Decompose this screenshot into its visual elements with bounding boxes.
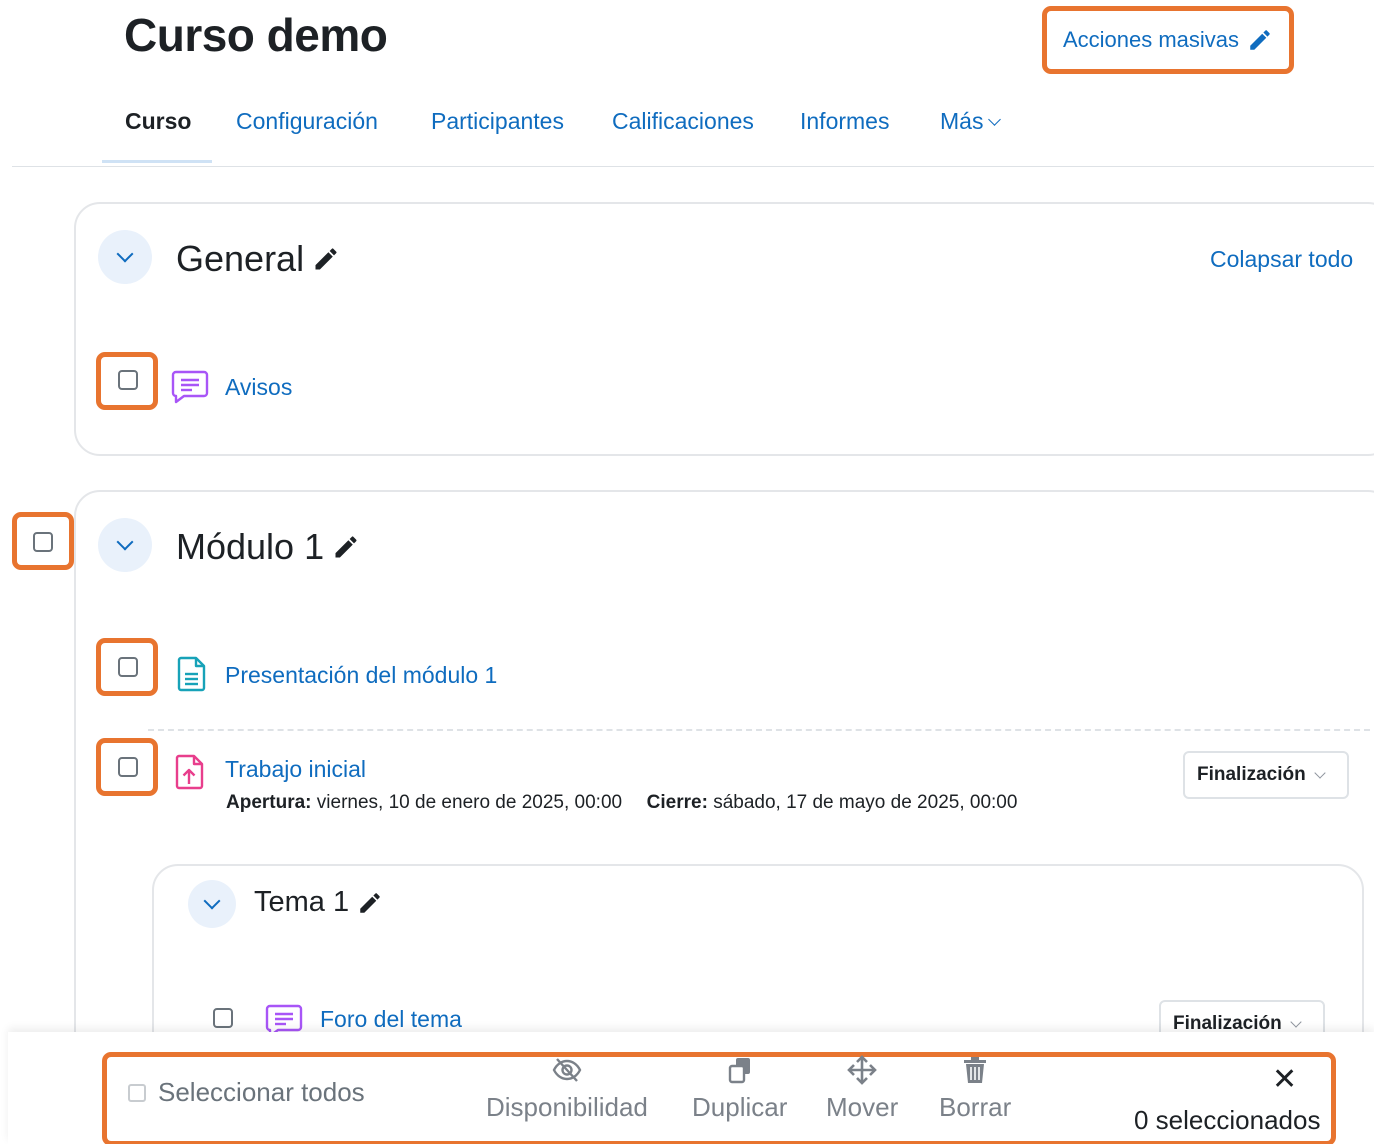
nav-divider — [12, 166, 1374, 167]
trash-icon — [964, 1057, 987, 1083]
availability-button[interactable]: Disponibilidad — [486, 1054, 648, 1123]
chevron-down-icon — [203, 892, 221, 910]
forum-icon — [171, 370, 209, 404]
tab-calificaciones[interactable]: Calificaciones — [612, 108, 754, 135]
select-all-toggle[interactable]: Seleccionar todos — [128, 1077, 365, 1108]
move-button[interactable]: Mover — [826, 1054, 898, 1123]
activity-checkbox-foro[interactable] — [213, 1008, 233, 1028]
pencil-icon[interactable] — [357, 890, 383, 916]
delete-button[interactable]: Borrar — [939, 1054, 1011, 1123]
bulk-actions-label: Acciones masivas — [1062, 27, 1240, 52]
copy-icon — [728, 1058, 750, 1084]
chevron-down-icon — [116, 245, 134, 263]
pencil-icon — [1250, 30, 1270, 50]
delete-label: Borrar — [939, 1092, 1012, 1122]
activity-link-foro[interactable]: Foro del tema — [320, 1006, 462, 1033]
section-title-tema-1: Tema 1 — [254, 886, 383, 919]
move-label: Mover — [826, 1092, 899, 1122]
close-icon[interactable]: ✕ — [1272, 1062, 1297, 1097]
bulk-actions-button[interactable]: Acciones masivas — [1044, 8, 1292, 72]
pencil-icon[interactable] — [332, 533, 360, 561]
activity-checkbox-trabajo[interactable] — [118, 757, 138, 777]
tab-informes[interactable]: Informes — [800, 108, 889, 135]
chevron-down-icon — [1314, 766, 1326, 779]
activity-link-trabajo[interactable]: Trabajo inicial — [225, 756, 366, 783]
chevron-down-icon — [988, 113, 1002, 126]
chevron-down-icon — [116, 533, 134, 551]
move-arrows-icon — [847, 1055, 877, 1085]
section-checkbox-modulo-1[interactable] — [33, 532, 53, 552]
activity-divider — [148, 729, 1370, 731]
tab-participantes[interactable]: Participantes — [431, 108, 564, 135]
collapse-all-link[interactable]: Colapsar todo — [1210, 246, 1353, 273]
page-title: Curso demo — [124, 9, 388, 61]
duplicate-label: Duplicar — [692, 1092, 788, 1122]
section-title-modulo-1: Módulo 1 — [176, 526, 360, 568]
activity-checkbox-presentacion[interactable] — [118, 657, 138, 677]
assignment-icon — [175, 754, 204, 790]
tab-curso[interactable]: Curso — [125, 108, 191, 135]
section-title-general: General — [176, 238, 340, 280]
section-title-text: Tema 1 — [254, 886, 350, 918]
completion-dropdown[interactable]: Finalización — [1183, 751, 1349, 799]
select-all-checkbox[interactable] — [128, 1083, 146, 1102]
select-all-label: Seleccionar todos — [158, 1077, 365, 1107]
opening-date: viernes, 10 de enero de 2025, 00:00 — [316, 792, 623, 813]
active-tab-indicator — [102, 160, 212, 163]
section-title-text: General — [176, 238, 305, 279]
page-icon — [177, 656, 206, 692]
opening-label: Apertura: — [226, 792, 312, 813]
collapse-general-button[interactable] — [98, 230, 152, 284]
completion-label: Finalización — [1197, 764, 1306, 785]
availability-label: Disponibilidad — [486, 1092, 648, 1122]
activity-link-avisos[interactable]: Avisos — [225, 374, 292, 401]
pencil-icon[interactable] — [312, 245, 340, 273]
tab-configuracion[interactable]: Configuración — [236, 108, 378, 135]
selected-count: 0 seleccionados — [1134, 1105, 1321, 1135]
activity-checkbox-avisos[interactable] — [118, 370, 138, 390]
chevron-down-icon — [1290, 1015, 1302, 1028]
tab-mas-label: Más — [940, 108, 984, 134]
duplicate-button[interactable]: Duplicar — [692, 1054, 787, 1123]
collapse-modulo-1-button[interactable] — [98, 518, 152, 572]
collapse-tema-1-button[interactable] — [188, 880, 236, 928]
closing-label: Cierre: — [646, 792, 708, 813]
section-title-text: Módulo 1 — [176, 526, 325, 567]
activity-link-presentacion[interactable]: Presentación del módulo 1 — [225, 662, 497, 689]
activity-dates: Apertura: viernes, 10 de enero de 2025, … — [226, 792, 1017, 814]
closing-date: sábado, 17 de mayo de 2025, 00:00 — [713, 792, 1018, 813]
eye-slash-icon — [552, 1058, 582, 1082]
tab-mas[interactable]: Más — [940, 108, 1002, 135]
